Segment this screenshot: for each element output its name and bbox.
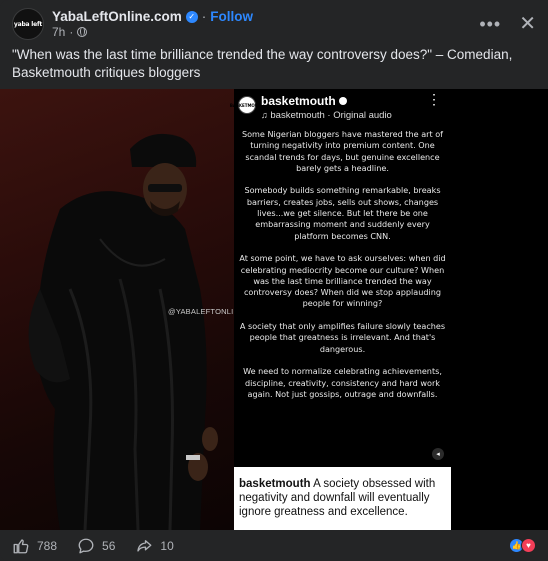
- time-separator: ·: [69, 25, 74, 39]
- like-action[interactable]: 788: [12, 537, 57, 555]
- like-icon: [13, 538, 29, 553]
- ig-audio-row: ♫ basketmouth · Original audio: [261, 110, 392, 121]
- more-options-icon[interactable]: •••: [479, 15, 501, 33]
- comment-icon: [78, 538, 94, 553]
- follow-button[interactable]: Follow: [210, 9, 253, 24]
- post-meta: YabaLeftOnline.com ✓ · Follow 7h ·: [52, 9, 253, 39]
- header-actions: ••• ✕: [479, 14, 536, 34]
- separator-dot: ·: [201, 9, 207, 24]
- share-action[interactable]: 10: [135, 537, 174, 555]
- ig-paragraph: A society that only amplifies failure sl…: [239, 321, 446, 354]
- page-name[interactable]: YabaLeftOnline.com: [52, 9, 182, 24]
- comment-count: 56: [102, 538, 116, 553]
- ig-meta: basketmouth ♫ basketmouth · Original aud…: [261, 94, 392, 121]
- post-footer: 788 56 10 👍 ♥: [0, 530, 548, 561]
- ig-avatar-logo-text: BASKETMOUTH: [229, 102, 265, 108]
- verified-badge-icon: ✓: [185, 10, 198, 23]
- ig-caption-username: basketmouth: [239, 478, 311, 490]
- close-icon[interactable]: ✕: [519, 14, 536, 34]
- globe-icon: [77, 27, 88, 37]
- ig-paragraph: Some Nigerian bloggers have mastered the…: [241, 129, 444, 173]
- post-time[interactable]: 7h: [52, 25, 65, 39]
- ig-more-icon: ⋮: [427, 91, 441, 107]
- comment-action[interactable]: 56: [77, 537, 115, 555]
- avatar-logo-text: yaba left: [13, 20, 43, 28]
- post-caption: "When was the last time brilliance trend…: [12, 47, 513, 80]
- ig-audio-label: basketmouth · Original audio: [270, 110, 392, 121]
- ig-verified-icon: [338, 97, 347, 105]
- music-note-icon: ♫: [261, 110, 268, 120]
- watermark-text: @YABALEFTONLINE: [168, 307, 234, 316]
- ig-username: basketmouth: [261, 94, 336, 108]
- like-count: 788: [37, 538, 58, 553]
- ig-post-text: Some Nigerian bloggers have mastered the…: [238, 129, 447, 411]
- love-reaction-icon: ♥: [521, 538, 536, 553]
- post-header: yaba left YabaLeftOnline.com ✓ · Follow …: [12, 8, 536, 40]
- timestamp-row: 7h ·: [52, 25, 253, 39]
- ig-avatar: BASKETMOUTH: [230, 96, 264, 114]
- share-icon: [137, 539, 152, 552]
- ig-header: BASKETMOUTH basketmouth ♫ basketmouth · …: [230, 91, 443, 122]
- ig-username-row: basketmouth: [261, 94, 392, 108]
- media-letterbox: [451, 89, 548, 530]
- reaction-summary[interactable]: 👍 ♥: [509, 538, 536, 553]
- share-count: 10: [160, 538, 174, 553]
- ig-paragraph: At some point, we have to ask ourselves:…: [239, 253, 446, 309]
- ig-caption-box: basketmouth A society obsessed with nega…: [234, 467, 451, 530]
- mute-icon: ◂: [432, 448, 444, 460]
- instagram-screenshot: BASKETMOUTH basketmouth ♫ basketmouth · …: [230, 89, 451, 530]
- portrait-photo: @YABALEFTONLINE: [0, 89, 234, 530]
- ig-paragraph: Somebody builds something remarkable, br…: [244, 185, 441, 241]
- page-avatar[interactable]: yaba left: [12, 8, 44, 40]
- post-media[interactable]: @YABALEFTONLINE BASKETMOUTH basketmouth …: [0, 89, 548, 530]
- facebook-post: yaba left YabaLeftOnline.com ✓ · Follow …: [0, 0, 548, 561]
- name-row: YabaLeftOnline.com ✓ · Follow: [52, 9, 253, 24]
- ig-paragraph: We need to normalize celebrating achieve…: [243, 366, 442, 399]
